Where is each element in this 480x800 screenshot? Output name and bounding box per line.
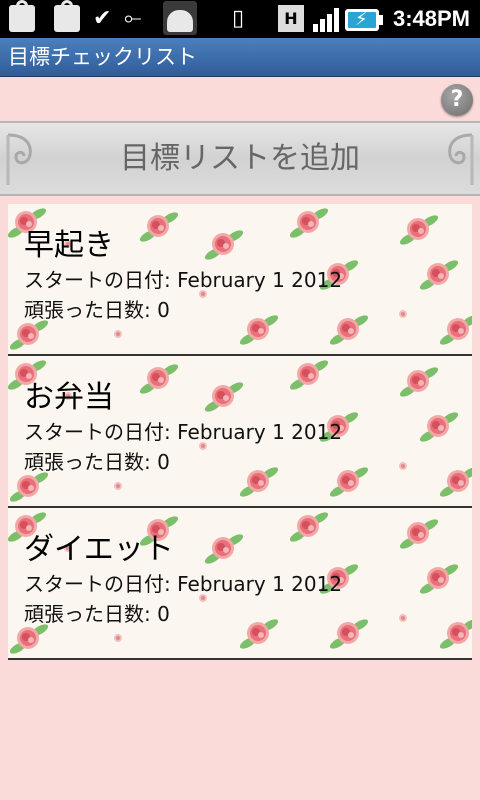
shopping-bag-icon: [54, 0, 80, 32]
shopping-bag-icon: [9, 0, 35, 32]
app-title-bar: 目標チェックリスト: [0, 38, 480, 77]
goal-title: ダイエット: [24, 532, 174, 567]
help-icon: ?: [450, 87, 464, 112]
download-complete-icon: ✔: [93, 6, 112, 31]
add-goal-list-button[interactable]: 目標リストを追加: [0, 121, 480, 196]
network-h-icon: H: [278, 5, 304, 32]
status-bar: ✔ ⟜ ▯ H ⚡ 3:48PM: [0, 0, 480, 38]
goal-start-date: スタートの日付: February 1 2012: [24, 268, 343, 292]
goal-card[interactable]: ダイエット スタートの日付: February 1 2012 頑張った日数: 0: [8, 508, 472, 660]
goal-start-date: スタートの日付: February 1 2012: [24, 420, 343, 444]
goal-start-date: スタートの日付: February 1 2012: [24, 572, 343, 596]
goal-title: 早起き: [24, 228, 114, 263]
app-title: 目標チェックリスト: [8, 45, 197, 69]
goal-card[interactable]: お弁当 スタートの日付: February 1 2012 頑張った日数: 0: [8, 356, 472, 508]
clock: 3:48PM: [392, 6, 470, 31]
vibrate-icon: ▯: [232, 6, 245, 31]
goal-days-count: 頑張った日数: 0: [24, 602, 170, 626]
goal-title: お弁当: [24, 380, 114, 415]
goal-card[interactable]: 早起き スタートの日付: February 1 2012 頑張った日数: 0: [8, 204, 472, 356]
goal-days-count: 頑張った日数: 0: [24, 450, 170, 474]
goal-list: 早起き スタートの日付: February 1 2012 頑張った日数: 0 お…: [8, 204, 472, 660]
add-goal-list-label: 目標リストを追加: [120, 141, 360, 176]
signal-bars-icon: [313, 8, 343, 32]
goal-days-count: 頑張った日数: 0: [24, 298, 170, 322]
usb-icon: ⟜: [124, 6, 142, 31]
battery-charging-icon: ⚡: [345, 9, 383, 31]
android-debug-icon: [163, 1, 197, 35]
help-button[interactable]: ?: [441, 84, 473, 116]
